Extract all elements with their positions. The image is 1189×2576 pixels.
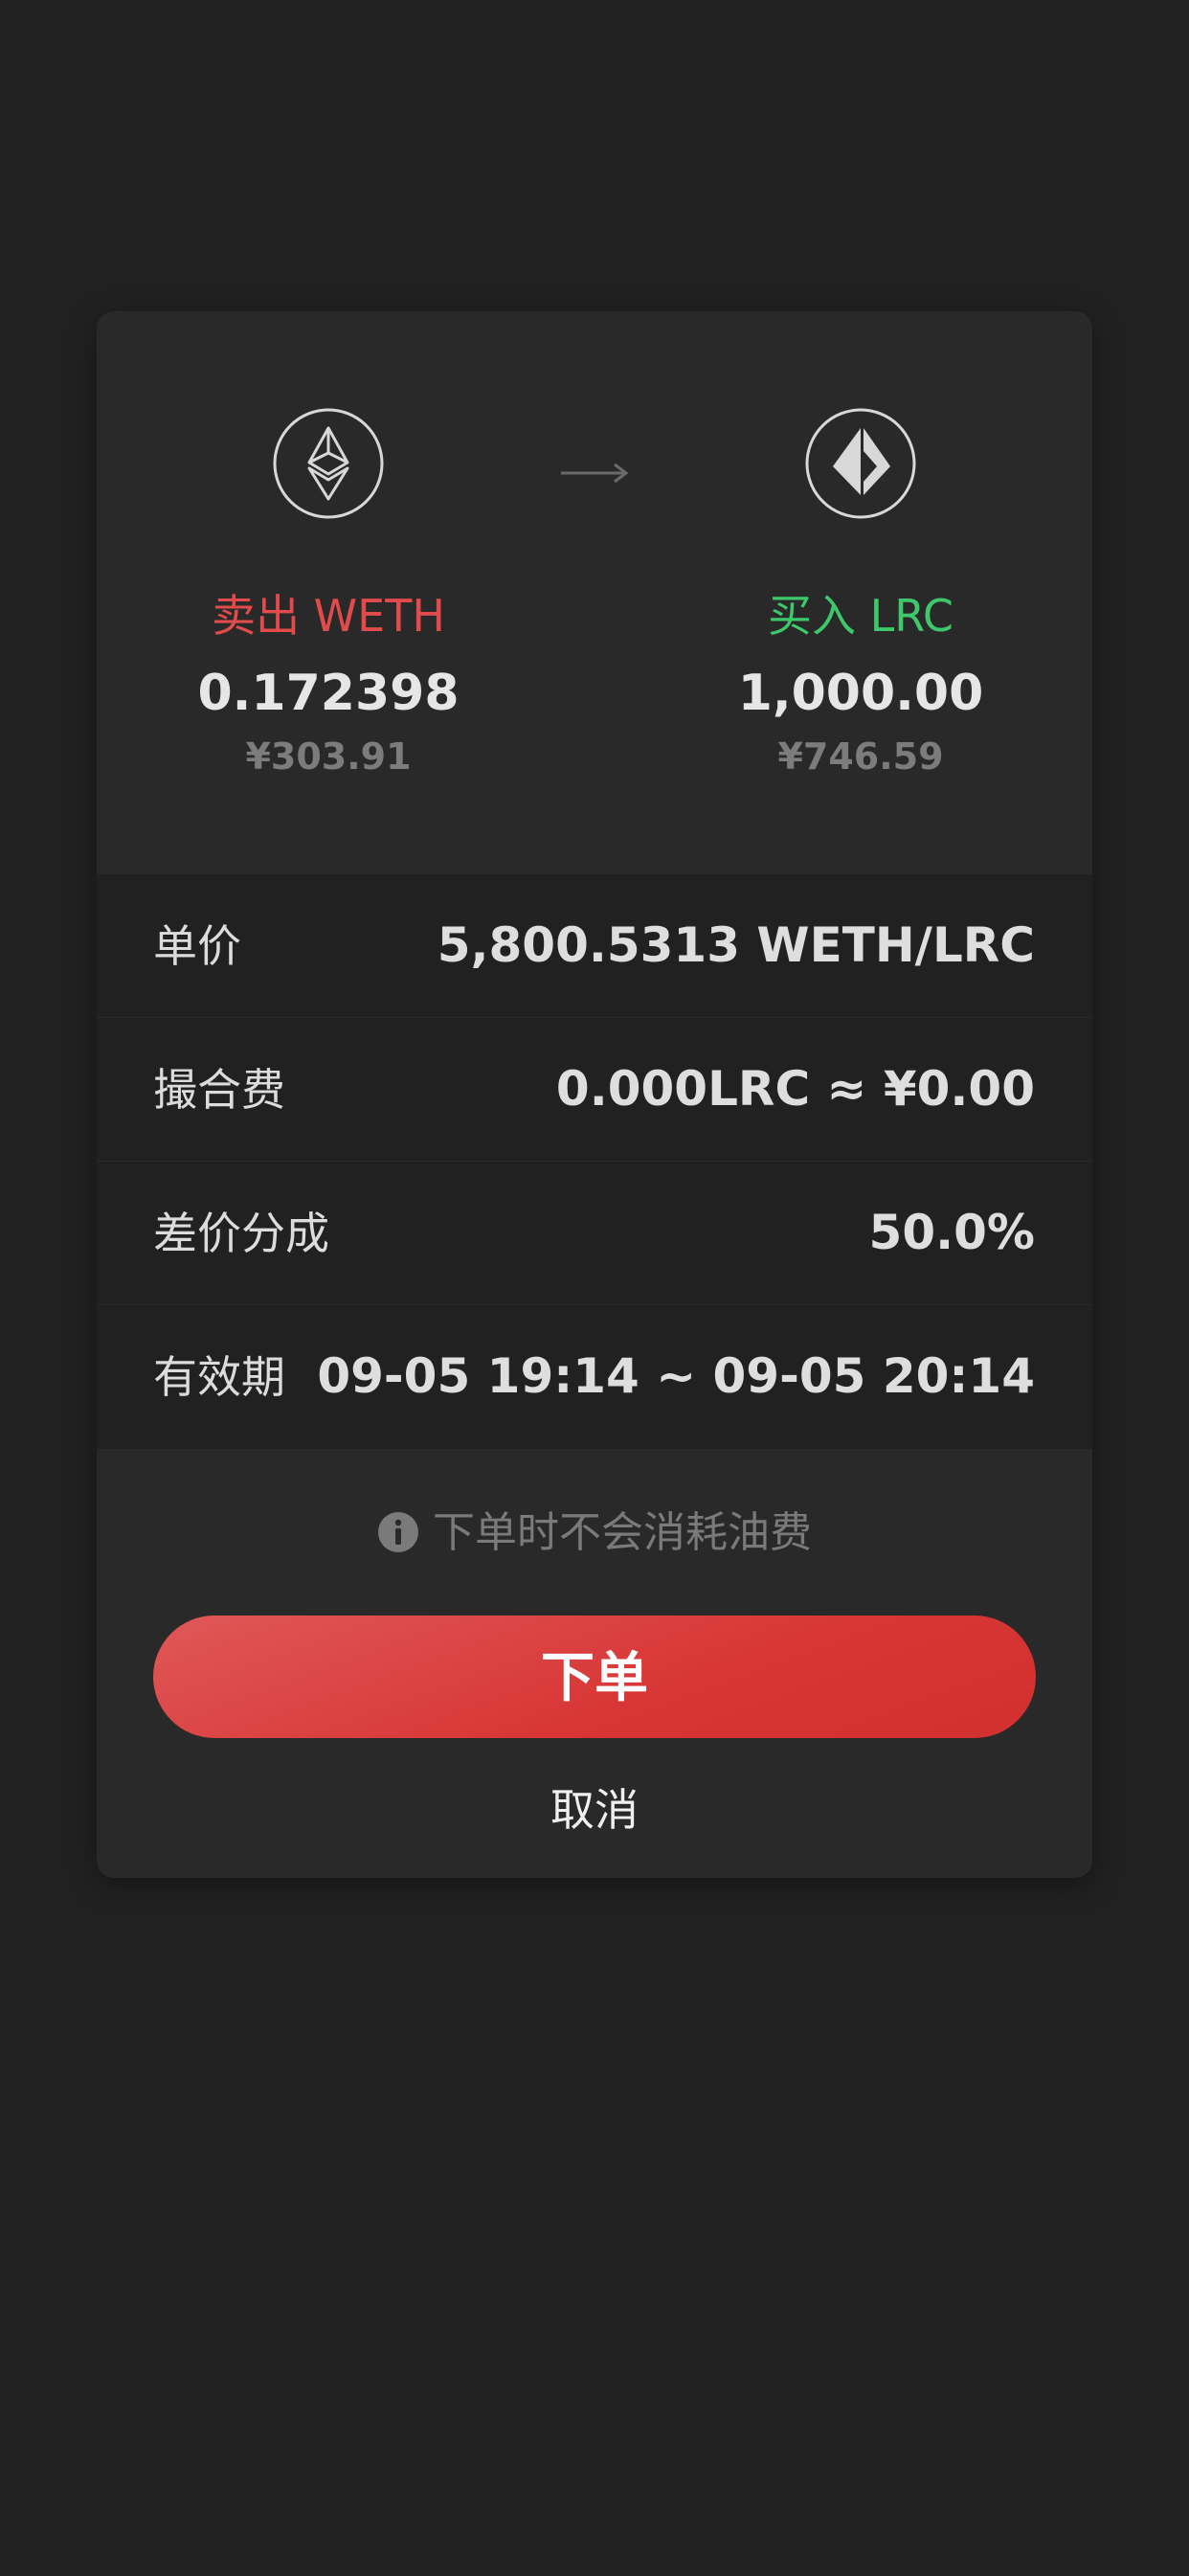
- buy-amount: 1,000.00: [737, 665, 984, 722]
- detail-label: 单价: [153, 920, 241, 972]
- detail-value: 0.000LRC ≈ ¥0.00: [555, 1061, 1035, 1117]
- trade-pair-section: 卖出 WETH 0.172398 ¥303.91 买入 LRC 1,000.00…: [97, 311, 1092, 874]
- sell-action-label: 卖出 WETH: [212, 590, 445, 642]
- loopring-icon: [805, 408, 916, 519]
- detail-value: 50.0%: [868, 1205, 1035, 1260]
- arrow-right-icon: [561, 463, 629, 484]
- info-icon: [378, 1512, 418, 1552]
- detail-row-margin-split: 差价分成 50.0%: [97, 1162, 1092, 1305]
- buy-fiat-value: ¥746.59: [777, 735, 944, 778]
- detail-row-fee: 撮合费 0.000LRC ≈ ¥0.00: [97, 1018, 1092, 1162]
- buy-token: 买入 LRC 1,000.00 ¥746.59: [660, 407, 1062, 779]
- sell-amount: 0.172398: [197, 665, 460, 722]
- detail-label: 有效期: [153, 1351, 285, 1403]
- detail-value: 5,800.5313 WETH/LRC: [437, 917, 1035, 973]
- buy-action-label: 买入 LRC: [767, 590, 954, 642]
- detail-row-price: 单价 5,800.5313 WETH/LRC: [97, 874, 1092, 1018]
- gas-notice-text: 下单时不会消耗油费: [433, 1508, 812, 1557]
- detail-value: 09-05 19:14 ~ 09-05 20:14: [317, 1348, 1035, 1404]
- sell-token: 卖出 WETH 0.172398 ¥303.91: [127, 407, 529, 779]
- cancel-button[interactable]: 取消: [499, 1776, 690, 1843]
- detail-label: 撮合费: [153, 1064, 285, 1116]
- order-details: 单价 5,800.5313 WETH/LRC 撮合费 0.000LRC ≈ ¥0…: [97, 874, 1092, 1449]
- ethereum-icon: [273, 408, 384, 519]
- place-order-button[interactable]: 下单: [153, 1616, 1036, 1738]
- gas-notice: 下单时不会消耗油费: [97, 1506, 1092, 1560]
- detail-row-validity: 有效期 09-05 19:14 ~ 09-05 20:14: [97, 1305, 1092, 1449]
- order-confirm-dialog: 卖出 WETH 0.172398 ¥303.91 买入 LRC 1,000.00…: [97, 311, 1092, 1878]
- sell-fiat-value: ¥303.91: [245, 735, 412, 778]
- detail-label: 差价分成: [153, 1208, 329, 1259]
